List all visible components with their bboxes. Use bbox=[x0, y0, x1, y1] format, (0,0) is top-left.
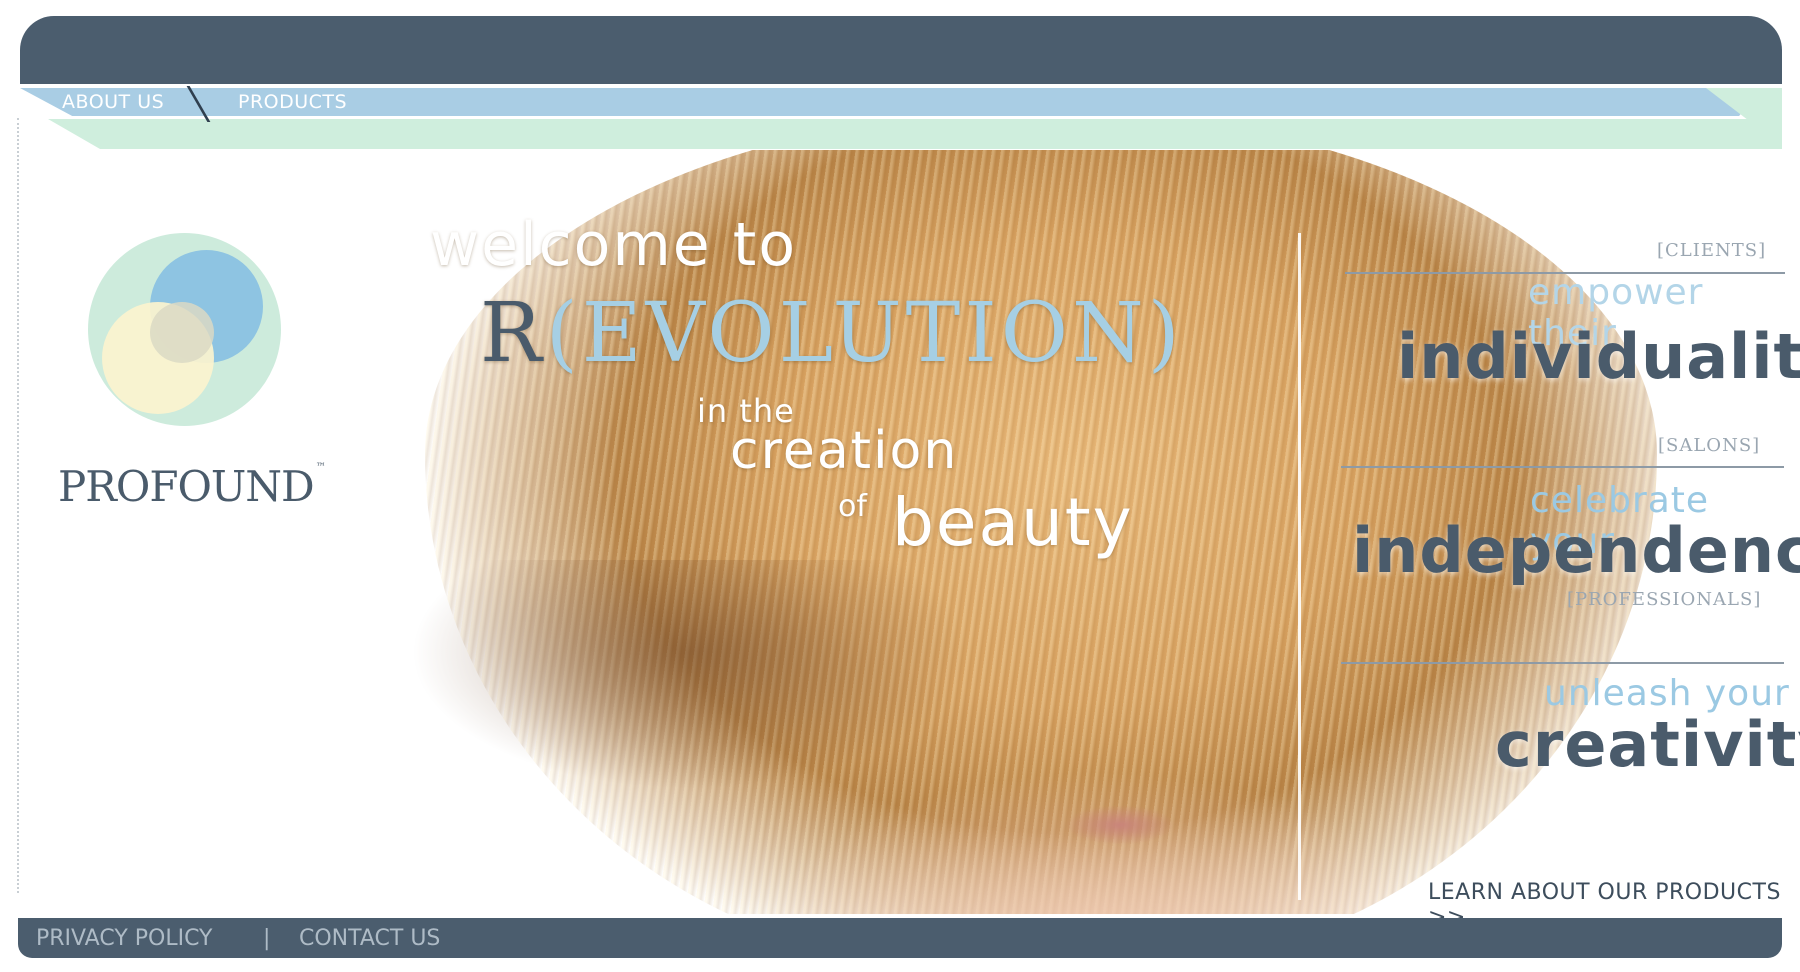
face-shadow bbox=[410, 560, 970, 790]
hero-creation: creation bbox=[730, 421, 959, 481]
professionals-tag[interactable]: [PROFESSIONALS] bbox=[1567, 589, 1761, 610]
clients-tag[interactable]: [CLIENTS] bbox=[1657, 240, 1766, 261]
hero-beauty: beauty bbox=[892, 484, 1134, 561]
contact-us-link[interactable]: CONTACT US bbox=[299, 926, 440, 951]
footer-separator: | bbox=[263, 926, 271, 951]
nav-accent-strip bbox=[48, 119, 1782, 149]
logo-overlap bbox=[150, 302, 214, 363]
nav-about-us[interactable]: ABOUT US bbox=[62, 91, 164, 113]
header-bar bbox=[20, 16, 1782, 84]
footer-bar bbox=[18, 918, 1782, 958]
panel-divider bbox=[1298, 233, 1301, 900]
hero-revolution-word: (EVOLUTION) bbox=[545, 286, 1184, 381]
page-frame: ABOUT US PRODUCTS PROFOUND ™ welcome to R… bbox=[0, 0, 1800, 972]
hero-revolution: R(EVOLUTION) bbox=[480, 286, 1184, 381]
lips-image bbox=[1065, 805, 1175, 845]
professionals-rule bbox=[1341, 662, 1784, 664]
hero-revolution-r: R bbox=[480, 286, 546, 381]
left-border-dots bbox=[17, 118, 19, 893]
brand-logo[interactable]: PROFOUND ™ bbox=[58, 462, 326, 511]
professionals-headline[interactable]: creativity bbox=[1495, 708, 1800, 781]
brand-trademark: ™ bbox=[315, 462, 326, 473]
privacy-policy-link[interactable]: PRIVACY POLICY bbox=[36, 926, 213, 951]
brand-name: PROFOUND bbox=[58, 462, 315, 511]
salons-tag[interactable]: [SALONS] bbox=[1658, 435, 1760, 456]
nav-products[interactable]: PRODUCTS bbox=[238, 91, 347, 113]
clients-headline[interactable]: individuality bbox=[1397, 320, 1800, 393]
hero-welcome: welcome to bbox=[430, 210, 798, 280]
salons-rule bbox=[1341, 466, 1784, 468]
hero-of: of bbox=[838, 489, 867, 524]
salons-headline[interactable]: independence bbox=[1352, 514, 1800, 587]
